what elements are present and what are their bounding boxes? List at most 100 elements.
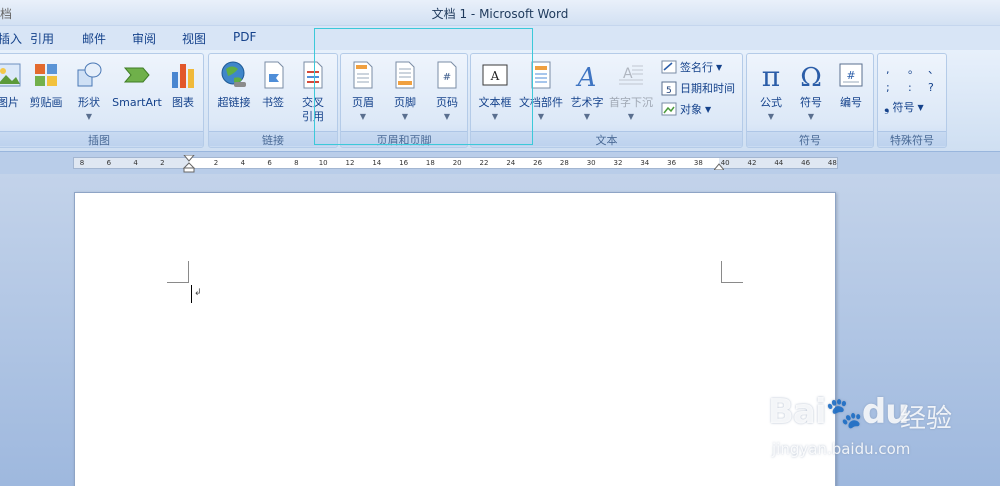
wordart-icon: A <box>576 63 597 90</box>
chart-button[interactable]: 图表 <box>165 54 201 134</box>
ruler-number: 46 <box>801 159 811 167</box>
ruler-number: 34 <box>640 159 650 167</box>
ruler-number: 24 <box>506 159 516 167</box>
shapes-icon <box>77 62 102 87</box>
ruler-number: 20 <box>452 159 462 167</box>
horizontal-ruler[interactable]: 8 6 4 2 2 4 6 8 10 12 14 16 18 20 22 24 26 28 30 32 34 36 38 40… <box>73 155 838 173</box>
group-label: 插图 <box>0 131 203 147</box>
group-symbols: π 公式 ▼ Ω 符号 ▼ # 编号 符号 <box>746 53 874 148</box>
picture-button[interactable]: 图片 <box>0 54 21 134</box>
ruler-number: 16 <box>399 159 409 167</box>
ruler-number: 2 <box>160 159 165 167</box>
question-mark[interactable]: ? <box>928 78 934 96</box>
paw-icon: 🐾 <box>825 396 863 431</box>
tab-view[interactable]: 视图 <box>182 30 206 47</box>
chevron-down-icon: ▼ <box>917 102 924 112</box>
drop-cap-button[interactable]: A 首字下沉 ▼ <box>607 54 655 134</box>
chevron-down-icon: ▼ <box>807 112 815 121</box>
ruler-number: 4 <box>240 159 246 167</box>
period-mark[interactable]: 。 <box>908 60 919 78</box>
ruler-number: 8 <box>79 159 85 167</box>
ruler-number: 22 <box>479 159 489 167</box>
bookmark-icon <box>264 61 284 89</box>
bookmark-button[interactable]: 书签 <box>257 54 289 134</box>
tab-review[interactable]: 审阅 <box>132 30 156 47</box>
tab-mailings[interactable]: 邮件 <box>82 30 106 47</box>
comma-icon: ❟ <box>884 99 890 115</box>
svg-text:#: # <box>846 69 855 82</box>
ruler-number: 36 <box>667 159 677 167</box>
watermark-url: jingyan.baidu.com <box>772 440 911 458</box>
symbol-button[interactable]: Ω 符号 ▼ <box>791 54 831 134</box>
tab-references[interactable]: 引用 <box>30 30 54 47</box>
group-special-symbols: , 。 、 ; : ? ❟ 符号 ▼ 特殊符号 <box>877 53 947 148</box>
margin-corner-top-right <box>721 261 743 283</box>
chevron-down-icon: ▼ <box>85 112 93 121</box>
clipart-icon <box>35 64 57 86</box>
ruler-number: 48 <box>827 159 837 167</box>
ruler-number: 2 <box>213 159 219 167</box>
special-symbol-button[interactable]: ❟ 符号 ▼ <box>884 98 924 116</box>
shapes-button[interactable]: 形状 ▼ <box>69 54 109 134</box>
chevron-down-icon: ▼ <box>716 62 723 72</box>
group-label: 符号 <box>747 131 873 147</box>
tab-fragment[interactable]: 插入 <box>0 30 22 47</box>
watermark-cn: 经验 <box>900 404 953 434</box>
signature-line-button[interactable]: 签名行 ▼ <box>661 58 722 76</box>
date-time-button[interactable]: 5 日期和时间 <box>661 79 735 97</box>
indent-marker-icon[interactable] <box>182 155 196 173</box>
ruler-number: 32 <box>613 159 623 167</box>
clipart-button[interactable]: 剪贴画 <box>25 54 67 134</box>
smartart-button[interactable]: SmartArt <box>109 54 165 134</box>
picture-icon <box>0 63 21 87</box>
smartart-icon <box>123 67 150 83</box>
signature-icon <box>661 60 677 74</box>
chart-icon <box>172 64 194 88</box>
text-cursor <box>191 285 192 303</box>
hyperlink-button[interactable]: 超链接 <box>211 54 257 134</box>
group-label: 特殊符号 <box>878 131 946 147</box>
equation-button[interactable]: π 公式 ▼ <box>751 54 791 134</box>
semicolon-mark[interactable]: ; <box>886 78 890 96</box>
tab-pdf[interactable]: PDF <box>233 30 256 44</box>
svg-text:π: π <box>762 60 780 90</box>
svg-text:5: 5 <box>666 86 672 96</box>
baidu-watermark: Bai🐾du 经验 jingyan.baidu.com <box>768 378 998 478</box>
globe-link-icon <box>221 61 246 87</box>
svg-text:A: A <box>576 63 597 90</box>
margin-corner-top-left <box>167 261 189 283</box>
chevron-down-icon: ▼ <box>767 112 775 121</box>
ruler-number: 26 <box>533 159 543 167</box>
omega-icon: Ω <box>800 63 822 90</box>
ruler-number: 38 <box>693 159 703 167</box>
window-title: 文档 1 - Microsoft Word <box>431 7 569 21</box>
wordart-button[interactable]: A 艺术字 ▼ <box>567 54 607 134</box>
ruler-number: 10 <box>318 159 328 167</box>
numbering-button[interactable]: # 编号 <box>831 54 871 134</box>
ruler-number: 28 <box>559 159 569 167</box>
object-icon <box>661 102 677 116</box>
highlight-box <box>314 28 533 145</box>
pause-mark[interactable]: 、 <box>928 60 939 78</box>
ruler-number: 6 <box>267 159 272 167</box>
ruler-number: 30 <box>586 159 596 167</box>
comma-mark[interactable]: , <box>886 60 890 78</box>
paragraph-mark-icon: ↲ <box>194 288 202 298</box>
ruler-number: 6 <box>106 159 112 167</box>
ruler-number: 42 <box>747 159 757 167</box>
colon-mark[interactable]: : <box>908 78 912 96</box>
ruler-number: 40 <box>720 159 730 167</box>
document-page[interactable]: ↲ <box>74 192 836 486</box>
ruler-number: 18 <box>425 159 435 167</box>
group-illustrations: 图片 剪贴画 形状 ▼ SmartArt 图表 插图 <box>0 53 204 148</box>
chevron-down-icon: ▼ <box>583 112 591 121</box>
pi-icon: π <box>762 60 780 90</box>
svg-text:Ω: Ω <box>800 63 822 90</box>
drop-cap-icon: A <box>619 65 643 85</box>
ruler-number: 12 <box>345 159 355 167</box>
chevron-down-icon: ▼ <box>627 112 635 121</box>
watermark-logo: Bai🐾du <box>768 392 909 432</box>
ruler-number: 44 <box>774 159 784 167</box>
object-button[interactable]: 对象 ▼ <box>661 100 711 118</box>
ruler-number: 14 <box>372 159 382 167</box>
